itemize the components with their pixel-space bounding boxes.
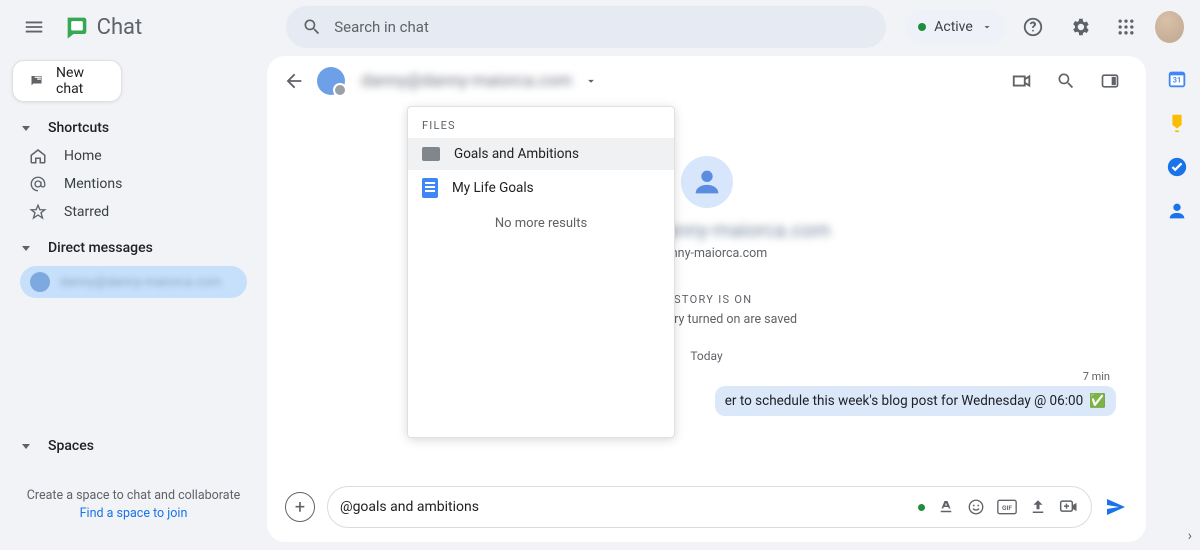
send-button[interactable] bbox=[1104, 495, 1128, 519]
presence-dot-icon bbox=[918, 504, 925, 511]
side-panel-button[interactable] bbox=[1090, 61, 1130, 101]
popover-item-folder[interactable]: Goals and Ambitions bbox=[408, 138, 674, 170]
peer-avatar-icon bbox=[317, 67, 345, 95]
nav-home[interactable]: Home bbox=[12, 142, 255, 170]
apps-launcher-button[interactable] bbox=[1108, 7, 1145, 47]
spaces-label: Spaces bbox=[48, 438, 94, 454]
video-call-button[interactable] bbox=[1002, 61, 1042, 101]
video-upload-button[interactable] bbox=[1059, 498, 1079, 516]
shortcuts-label: Shortcuts bbox=[48, 120, 109, 136]
spaces-section[interactable]: Spaces bbox=[12, 432, 255, 460]
popover-item-label: My Life Goals bbox=[452, 180, 534, 196]
peer-name: danny@danny-maiorca.com bbox=[361, 71, 572, 91]
new-chat-label: New chat bbox=[56, 65, 105, 97]
find-space-link[interactable]: Find a space to join bbox=[20, 505, 247, 524]
product-name: Chat bbox=[97, 15, 143, 40]
popover-section-label: FILES bbox=[408, 107, 674, 138]
help-button[interactable] bbox=[1015, 7, 1052, 47]
mention-popover: FILES Goals and Ambitions My Life Goals … bbox=[407, 106, 675, 438]
dm-avatar-icon bbox=[30, 272, 50, 292]
message-input-text: @goals and ambitions bbox=[340, 499, 479, 515]
gear-icon bbox=[1069, 16, 1091, 38]
popover-no-more: No more results bbox=[408, 206, 674, 237]
date-divider: Today bbox=[690, 349, 722, 363]
nav-starred-label: Starred bbox=[64, 204, 109, 220]
dm-item-active[interactable]: danny@danny-maiorca.com bbox=[20, 266, 247, 298]
add-attachment-button[interactable]: + bbox=[285, 492, 315, 522]
apps-grid-icon bbox=[1116, 17, 1136, 37]
document-icon bbox=[422, 178, 438, 198]
shortcuts-section[interactable]: Shortcuts bbox=[12, 114, 255, 142]
message-input[interactable]: @goals and ambitions GIF bbox=[327, 486, 1092, 528]
at-icon bbox=[28, 175, 48, 193]
spaces-help-text: Create a space to chat and collaborate bbox=[20, 487, 247, 506]
nav-home-label: Home bbox=[64, 148, 102, 164]
main-menu-button[interactable] bbox=[16, 7, 53, 47]
folder-icon bbox=[422, 147, 440, 161]
rail-contacts-button[interactable] bbox=[1166, 200, 1188, 222]
message-bubble[interactable]: er to schedule this week's blog post for… bbox=[715, 386, 1116, 416]
emoji-button[interactable] bbox=[967, 498, 985, 516]
nav-mentions-label: Mentions bbox=[64, 176, 122, 192]
format-button[interactable] bbox=[937, 498, 955, 516]
rail-keep-button[interactable] bbox=[1166, 112, 1188, 134]
caret-down-icon bbox=[22, 444, 30, 449]
chevron-down-icon bbox=[981, 21, 993, 33]
search-icon bbox=[302, 17, 322, 37]
product-logo: Chat bbox=[63, 13, 143, 41]
dm-item-label: danny@danny-maiorca.com bbox=[60, 275, 221, 290]
gif-button[interactable]: GIF bbox=[997, 499, 1017, 515]
presence-label: Active bbox=[934, 19, 973, 35]
search-placeholder: Search in chat bbox=[334, 18, 429, 36]
dm-section[interactable]: Direct messages bbox=[12, 234, 255, 262]
settings-button[interactable] bbox=[1061, 7, 1098, 47]
home-icon bbox=[28, 147, 48, 165]
presence-status-chip[interactable]: Active bbox=[906, 10, 1005, 44]
rail-calendar-button[interactable]: 31 bbox=[1166, 68, 1188, 90]
peer-menu-button[interactable] bbox=[584, 74, 598, 88]
upload-button[interactable] bbox=[1029, 498, 1047, 516]
message-time: 7 min bbox=[1083, 370, 1116, 383]
presence-dot-icon bbox=[918, 23, 926, 31]
message-text: er to schedule this week's blog post for… bbox=[725, 393, 1083, 409]
svg-text:GIF: GIF bbox=[1002, 504, 1012, 512]
rail-tasks-button[interactable] bbox=[1166, 156, 1188, 178]
search-input[interactable]: Search in chat bbox=[286, 6, 886, 48]
popover-item-label: Goals and Ambitions bbox=[454, 146, 579, 162]
side-panel-collapse-button[interactable]: › bbox=[1188, 528, 1192, 544]
search-in-chat-button[interactable] bbox=[1046, 61, 1086, 101]
dm-label: Direct messages bbox=[48, 240, 153, 256]
caret-down-icon bbox=[22, 126, 30, 131]
new-chat-icon bbox=[29, 72, 44, 90]
svg-text:31: 31 bbox=[1173, 76, 1181, 85]
caret-down-icon bbox=[22, 246, 30, 251]
star-icon bbox=[28, 203, 48, 221]
nav-mentions[interactable]: Mentions bbox=[12, 170, 255, 198]
popover-item-doc[interactable]: My Life Goals bbox=[408, 170, 674, 206]
back-button[interactable] bbox=[283, 70, 305, 92]
conversation-avatar-icon bbox=[681, 156, 733, 208]
checkmark-icon: ✅ bbox=[1089, 393, 1106, 409]
nav-starred[interactable]: Starred bbox=[12, 198, 255, 226]
new-chat-button[interactable]: New chat bbox=[12, 60, 122, 102]
account-avatar[interactable] bbox=[1155, 11, 1184, 43]
